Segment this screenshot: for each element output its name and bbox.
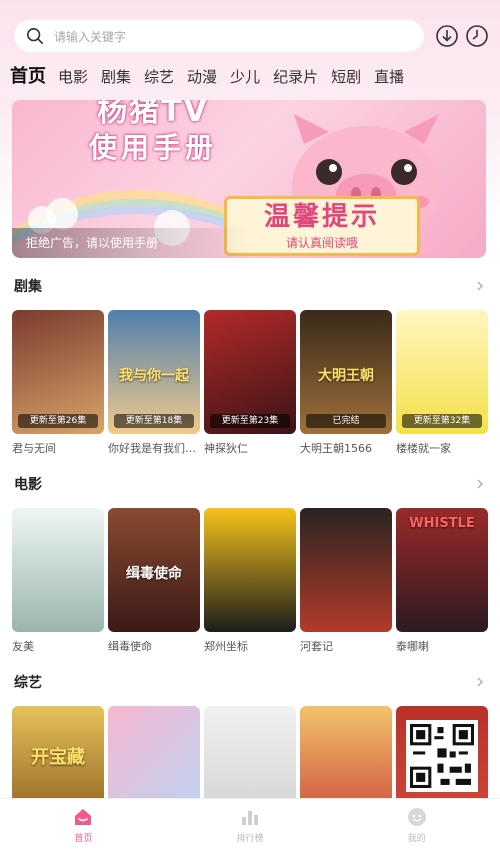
series-row: 更新至第26集 君与无间 我与你一起 更新至第18集 你好我是有我们一起... … — [12, 310, 500, 460]
tab-movies[interactable]: 电影 — [58, 64, 88, 90]
banner-title-line2: 使用手册 — [88, 131, 217, 164]
tab-anime[interactable]: 动漫 — [187, 64, 217, 90]
banner-caption: 拒绝广告，请以使用手册 — [12, 228, 252, 258]
category-tabs: 首页 电影 剧集 综艺 动漫 少儿 纪录片 短剧 直播 — [10, 62, 417, 90]
chevron-right-icon[interactable] — [474, 478, 486, 490]
tab-variety[interactable]: 综艺 — [144, 64, 174, 90]
poster — [300, 508, 392, 632]
section-title: 综艺 — [14, 675, 42, 691]
qr-code-icon — [406, 720, 478, 792]
series-card[interactable]: 大明王朝 已完结 大明王朝1566 — [300, 310, 392, 460]
history-icon[interactable] — [465, 24, 489, 48]
title-label: 友美 — [12, 640, 34, 653]
search-bar[interactable]: 请输入关键字 — [14, 20, 424, 52]
poster: 缉毒使命 — [108, 508, 200, 632]
title-label: 你好我是有我们一起... — [108, 442, 200, 455]
title-label: 河套记 — [300, 640, 333, 653]
poster: WHISTLE — [396, 508, 488, 632]
bottom-nav-label: 我的 — [407, 834, 426, 844]
series-card[interactable]: 更新至第32集 楼楼就一家 — [396, 310, 488, 460]
title-label: 君与无间 — [12, 442, 56, 455]
title-label: 缉毒使命 — [108, 640, 152, 653]
poster-title: 大明王朝 — [318, 367, 374, 384]
search-row: 请输入关键字 — [0, 18, 500, 54]
poster — [204, 508, 296, 632]
bottom-nav-label: 排行榜 — [236, 834, 264, 844]
search-icon — [26, 27, 44, 45]
ranking-icon — [242, 811, 258, 825]
poster: 更新至第26集 — [12, 310, 104, 434]
poster: 大明王朝 已完结 — [300, 310, 392, 434]
poster — [12, 508, 104, 632]
tab-short-drama[interactable]: 短剧 — [331, 64, 361, 90]
tab-series[interactable]: 剧集 — [101, 64, 131, 90]
series-card[interactable]: 我与你一起 更新至第18集 你好我是有我们一起... — [108, 310, 200, 460]
banner-title-line1: 杨猪TV — [97, 100, 209, 129]
banner-sign-title: 温馨提示 — [263, 202, 380, 232]
movie-card[interactable]: 缉毒使命 缉毒使命 — [108, 508, 200, 658]
section-title: 电影 — [14, 477, 42, 493]
episode-badge: 已完结 — [306, 414, 386, 428]
tab-home[interactable]: 首页 — [10, 64, 46, 90]
poster: 更新至第32集 — [396, 310, 488, 434]
promo-banner[interactable]: 杨猪TV 使用手册 温馨提示 请认真阅读哦 拒绝广告，请以使用手册 — [12, 100, 486, 258]
title-label: 大明王朝1566 — [300, 442, 372, 455]
episode-badge: 更新至第18集 — [114, 414, 194, 428]
profile-icon — [407, 808, 426, 826]
download-icon[interactable] — [435, 24, 459, 48]
tab-live[interactable]: 直播 — [374, 64, 404, 90]
movie-card[interactable]: WHISTLE 泰哪喇 — [396, 508, 488, 658]
tab-kids[interactable]: 少儿 — [230, 64, 260, 90]
poster-title: WHISTLE — [409, 516, 475, 531]
poster-title: 缉毒使命 — [126, 565, 182, 582]
bottom-nav-home[interactable]: 首页 — [0, 799, 167, 850]
banner-title: 杨猪TV 使用手册 — [68, 100, 238, 166]
bottom-navigation: 首页 排行榜 我的 — [0, 798, 500, 850]
title-label: 神探狄仁 — [204, 442, 248, 455]
episode-badge: 更新至第23集 — [210, 414, 290, 428]
poster: 我与你一起 更新至第18集 — [108, 310, 200, 434]
banner-sign: 温馨提示 请认真阅读哦 — [224, 196, 420, 256]
poster: 更新至第23集 — [204, 310, 296, 434]
movies-row: 友美 缉毒使命 缉毒使命 郑州坐标 河套记 WHISTLE 泰哪喇 — [12, 508, 500, 658]
movie-card[interactable]: 友美 — [12, 508, 104, 658]
section-header-series[interactable]: 剧集 — [14, 276, 486, 296]
movie-card[interactable]: 河套记 — [300, 508, 392, 658]
chevron-right-icon[interactable] — [474, 676, 486, 688]
series-card[interactable]: 更新至第26集 君与无间 — [12, 310, 104, 460]
search-placeholder: 请输入关键字 — [54, 29, 127, 44]
poster-title: 我与你一起 — [119, 367, 189, 384]
bottom-nav-profile[interactable]: 我的 — [333, 799, 500, 850]
section-header-variety[interactable]: 综艺 — [14, 672, 486, 692]
banner-sign-subtitle: 请认真阅读哦 — [285, 236, 358, 250]
section-header-movies[interactable]: 电影 — [14, 474, 486, 494]
section-title: 剧集 — [14, 279, 42, 295]
bottom-nav-label: 首页 — [74, 834, 93, 844]
episode-badge: 更新至第32集 — [402, 414, 482, 428]
home-icon — [75, 809, 92, 825]
chevron-right-icon[interactable] — [474, 280, 486, 292]
bottom-nav-ranking[interactable]: 排行榜 — [167, 799, 334, 850]
tab-documentary[interactable]: 纪录片 — [273, 64, 318, 90]
title-label: 泰哪喇 — [396, 640, 429, 653]
title-label: 郑州坐标 — [204, 640, 248, 653]
episode-badge: 更新至第26集 — [18, 414, 98, 428]
title-label: 楼楼就一家 — [396, 442, 451, 455]
series-card[interactable]: 更新至第23集 神探狄仁 — [204, 310, 296, 460]
poster-title: 开宝藏 — [31, 747, 85, 769]
movie-card[interactable]: 郑州坐标 — [204, 508, 296, 658]
